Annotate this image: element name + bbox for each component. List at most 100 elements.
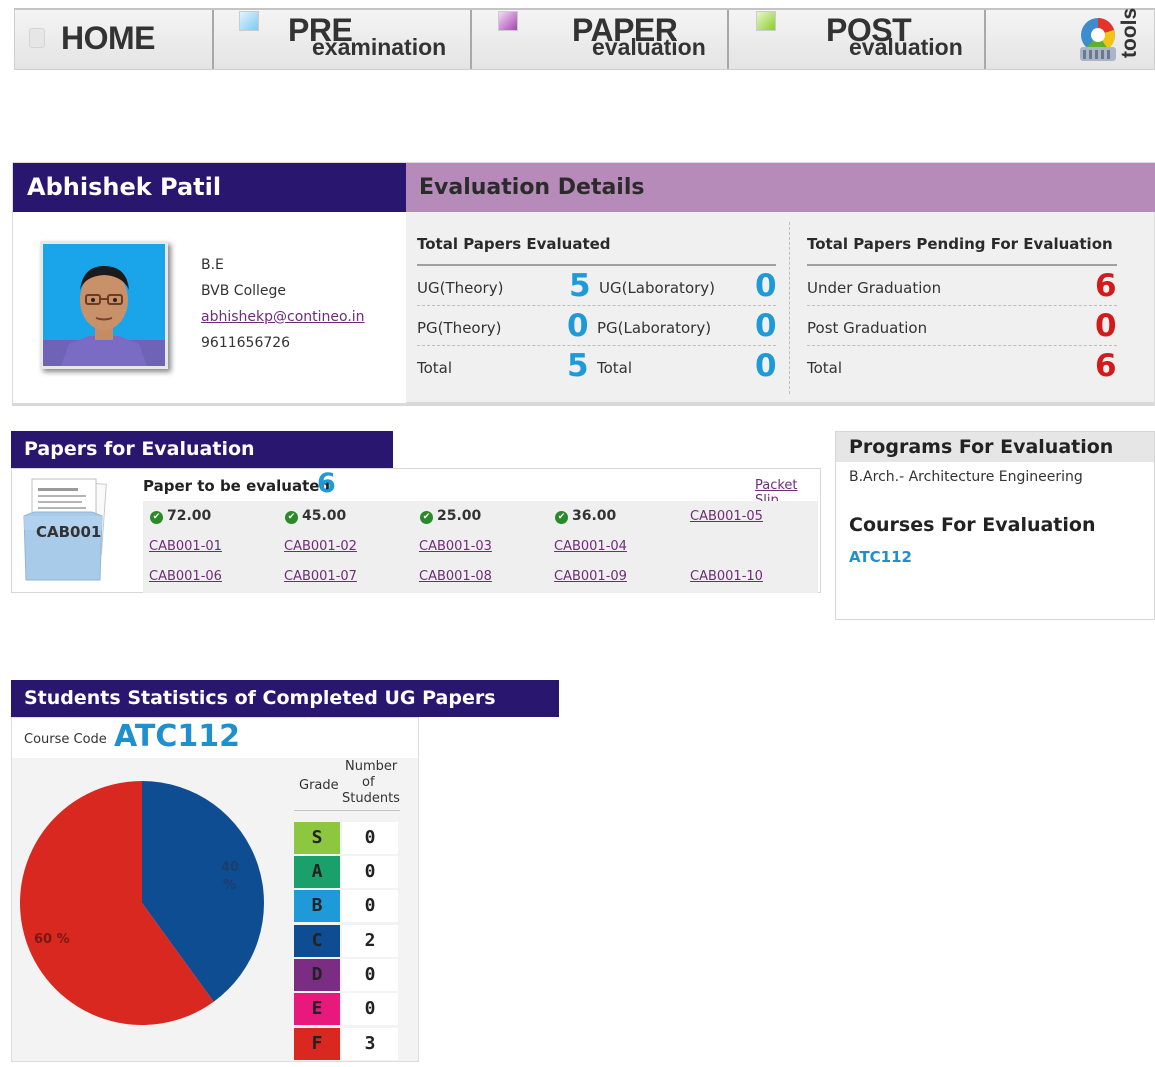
- nav-post-small: evaluation: [849, 34, 963, 60]
- programs-title: Programs For Evaluation: [849, 436, 1114, 458]
- nav-tools-label: tools: [1118, 7, 1141, 58]
- count-header-line2: of: [362, 775, 375, 790]
- count-cell: 3: [342, 1028, 398, 1060]
- check-icon: ✔: [420, 511, 433, 524]
- pending-section-title: Total Papers Pending For Evaluation: [807, 235, 1113, 253]
- course-code-label: Course Code: [24, 732, 107, 747]
- stats-box: Course Code ATC112 40 % 60 % Grade Numbe…: [11, 717, 419, 1062]
- nav-paper-evaluation[interactable]: PAPER evaluation: [472, 10, 729, 69]
- nav-home[interactable]: HOME: [15, 10, 214, 69]
- tools-icon: [1080, 18, 1116, 61]
- post-square-icon: [756, 11, 776, 31]
- papers-box: CAB001 Paper to be evaluated 6 Packet Sl…: [11, 468, 821, 593]
- courses-title: Courses For Evaluation: [849, 514, 1096, 536]
- paper-link[interactable]: CAB001-08: [419, 569, 492, 584]
- ug-theory-value: 5: [569, 268, 591, 304]
- nav-tools[interactable]: tools: [986, 7, 1154, 69]
- user-name: Abhishek Patil: [27, 173, 222, 201]
- nav-home-label: HOME: [61, 20, 156, 56]
- count-cell: 0: [342, 822, 398, 854]
- main-navigation: HOME PRE examination PAPER evaluation PO…: [14, 8, 1155, 70]
- under-grad-label: Under Graduation: [807, 279, 942, 297]
- course-code-line: Course Code ATC112: [12, 718, 418, 758]
- check-icon: ✔: [555, 511, 568, 524]
- paper-link[interactable]: CAB001-03: [419, 539, 492, 554]
- grade-cell: A: [294, 856, 340, 888]
- papers-panel: Papers for Evaluation CAB001 Paper to be…: [11, 431, 821, 594]
- stats-panel: Students Statistics of Completed UG Pape…: [11, 680, 559, 1062]
- grade-cell: S: [294, 822, 340, 854]
- under-grad-row: Under Graduation 6: [807, 266, 1117, 306]
- score-value: 72.00: [167, 508, 212, 524]
- post-grad-value: 0: [1095, 308, 1117, 344]
- program-name: B.Arch.- Architecture Engineering: [849, 469, 1083, 485]
- paper-link[interactable]: CAB001-09: [554, 569, 627, 584]
- evaluated-section-title: Total Papers Evaluated: [417, 235, 611, 253]
- pg-theory-label: PG(Theory): [417, 319, 502, 337]
- user-email-link[interactable]: abhishekp@contineo.in: [201, 309, 365, 325]
- paper-link[interactable]: CAB001-02: [284, 539, 357, 554]
- section-divider: [789, 222, 790, 394]
- grade-cell: F: [294, 1028, 340, 1060]
- paper-square-icon: [498, 11, 518, 31]
- evaluation-details-title: Evaluation Details: [419, 175, 645, 200]
- pg-lab-value: 0: [755, 308, 777, 344]
- score-value: 36.00: [572, 508, 617, 524]
- grade-cell: C: [294, 925, 340, 957]
- count-cell: 0: [342, 959, 398, 991]
- programs-panel: Programs For Evaluation B.Arch.- Archite…: [835, 431, 1155, 620]
- paper-link[interactable]: CAB001-07: [284, 569, 357, 584]
- programs-header: Programs For Evaluation: [836, 432, 1154, 462]
- score-4: ✔ 36.00: [555, 508, 616, 524]
- home-icon: [29, 28, 45, 48]
- count-header-line3: Students: [342, 791, 400, 806]
- user-photo: [40, 241, 168, 369]
- ug-theory-label: UG(Theory): [417, 279, 504, 297]
- nav-paper-small: evaluation: [592, 34, 706, 60]
- papers-header: Papers for Evaluation: [11, 431, 393, 468]
- grade-cell: E: [294, 993, 340, 1025]
- evaluated-total-theory: 5: [567, 348, 589, 384]
- course-code-value: ATC112: [114, 719, 240, 754]
- count-cell: 0: [342, 890, 398, 922]
- user-name-header: Abhishek Patil: [13, 163, 406, 212]
- to-evaluate-count: 6: [317, 468, 336, 499]
- profile-info: B.E BVB College abhishekp@contineo.in 96…: [13, 212, 406, 403]
- pre-square-icon: [239, 11, 259, 31]
- score-2: ✔ 45.00: [285, 508, 346, 524]
- paper-packet-icon[interactable]: CAB001: [22, 476, 110, 583]
- check-icon: ✔: [150, 511, 163, 524]
- grade-cell: B: [294, 890, 340, 922]
- packet-code: CAB001: [36, 523, 102, 541]
- count-cell: 2: [342, 925, 398, 957]
- course-link[interactable]: ATC112: [849, 548, 912, 566]
- ug-lab-value: 0: [755, 268, 777, 304]
- pie-label-40: 40: [221, 860, 240, 875]
- grade-cell: D: [294, 959, 340, 991]
- user-degree: B.E: [201, 257, 224, 273]
- nav-post-evaluation[interactable]: POST evaluation: [729, 10, 986, 69]
- paper-link[interactable]: CAB001-04: [554, 539, 627, 554]
- score-value: 25.00: [437, 508, 482, 524]
- grade-table-rule: [294, 810, 400, 811]
- grade-header: Grade: [299, 778, 339, 793]
- count-cell: 0: [342, 856, 398, 888]
- nav-pre-examination[interactable]: PRE examination: [214, 10, 472, 69]
- evaluated-total-lab: 0: [755, 348, 777, 384]
- paper-link[interactable]: CAB001-06: [149, 569, 222, 584]
- pending-total-value: 6: [1095, 348, 1117, 384]
- count-cell: 0: [342, 993, 398, 1025]
- count-header-line1: Number: [345, 759, 398, 774]
- pie-label-40-pct: %: [223, 878, 237, 893]
- paper-link[interactable]: CAB001-01: [149, 539, 222, 554]
- paper-link[interactable]: CAB001-05: [690, 509, 763, 524]
- evaluation-details-header: Evaluation Details: [406, 163, 1155, 212]
- pie-label-60: 60 %: [34, 932, 70, 947]
- score-1: ✔ 72.00: [150, 508, 211, 524]
- paper-link[interactable]: CAB001-10: [690, 569, 763, 584]
- score-3: ✔ 25.00: [420, 508, 481, 524]
- user-college: BVB College: [201, 283, 287, 299]
- pg-lab-label: PG(Laboratory): [597, 319, 712, 337]
- papers-title: Papers for Evaluation: [24, 438, 255, 460]
- to-evaluate-label: Paper to be evaluated: [143, 477, 331, 495]
